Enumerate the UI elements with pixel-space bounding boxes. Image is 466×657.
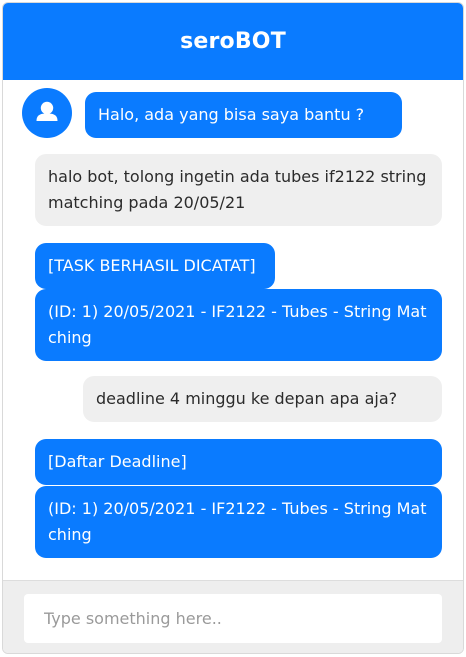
bot-avatar	[22, 88, 72, 138]
message-input[interactable]	[24, 594, 442, 643]
message-bubble-user: deadline 4 minggu ke depan apa aja?	[83, 376, 442, 422]
chat-footer	[3, 580, 463, 653]
message-bubble-bot: [TASK BERHASIL DICATAT]	[35, 243, 275, 289]
message-bubble-bot: (ID: 1) 20/05/2021 - IF2122 - Tubes - St…	[35, 289, 442, 361]
message-bubble-user: halo bot, tolong ingetin ada tubes if212…	[35, 154, 442, 226]
chat-header: seroBOT	[3, 3, 463, 80]
message-list[interactable]: Halo, ada yang bisa saya bantu ? halo bo…	[3, 80, 463, 580]
message-bubble-bot: Halo, ada yang bisa saya bantu ?	[85, 92, 402, 138]
message-bubble-bot: (ID: 1) 20/05/2021 - IF2122 - Tubes - St…	[35, 486, 442, 558]
user-icon	[36, 101, 58, 121]
chat-title: seroBOT	[180, 29, 286, 54]
message-bubble-bot: [Daftar Deadline]	[35, 439, 442, 485]
chat-window: seroBOT Halo, ada yang bisa saya bantu ?…	[2, 2, 464, 654]
